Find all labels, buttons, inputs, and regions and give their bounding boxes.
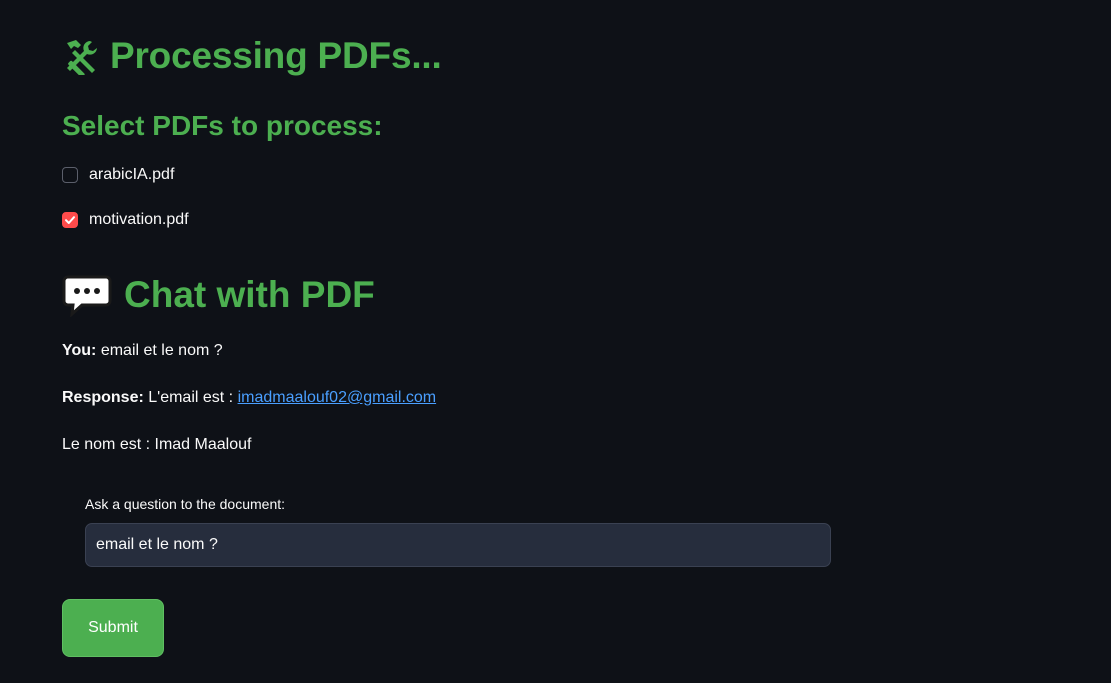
response-message: Response: L'email est : imadmaalouf02@gm… xyxy=(62,387,436,409)
speech-bubble-icon xyxy=(62,275,112,317)
pdf-checkbox-motivation[interactable]: motivation.pdf xyxy=(62,211,189,229)
chat-title-text: Chat with PDF xyxy=(124,274,375,315)
select-pdfs-heading: Select PDFs to process: xyxy=(62,110,383,141)
pdf-checkbox-arabicia[interactable]: arabicIA.pdf xyxy=(62,166,174,184)
question-label: Ask a question to the document: xyxy=(85,496,286,512)
page-title-text: Processing PDFs... xyxy=(110,35,442,76)
response-label: Response: xyxy=(62,389,144,406)
checkbox-checked[interactable] xyxy=(62,212,78,228)
tools-icon xyxy=(67,40,97,75)
you-label: You: xyxy=(62,342,97,359)
pdf-checkbox-label: arabicIA.pdf xyxy=(89,166,175,183)
response-line-2: Le nom est : Imad Maalouf xyxy=(62,436,252,453)
submit-button[interactable]: Submit xyxy=(62,599,164,657)
user-message: You: email et le nom ? xyxy=(62,340,223,362)
pdf-checkbox-label: motivation.pdf xyxy=(89,211,189,228)
page-title: Processing PDFs... xyxy=(62,34,442,78)
checkbox-unchecked[interactable] xyxy=(62,167,78,183)
user-message-text: email et le nom ? xyxy=(100,342,223,359)
chat-title: Chat with PDF xyxy=(62,272,375,318)
email-link[interactable]: imadmaalouf02@gmail.com xyxy=(238,389,437,406)
response-text: L'email est : xyxy=(148,389,234,406)
question-input[interactable] xyxy=(85,523,831,567)
check-icon xyxy=(65,216,75,224)
